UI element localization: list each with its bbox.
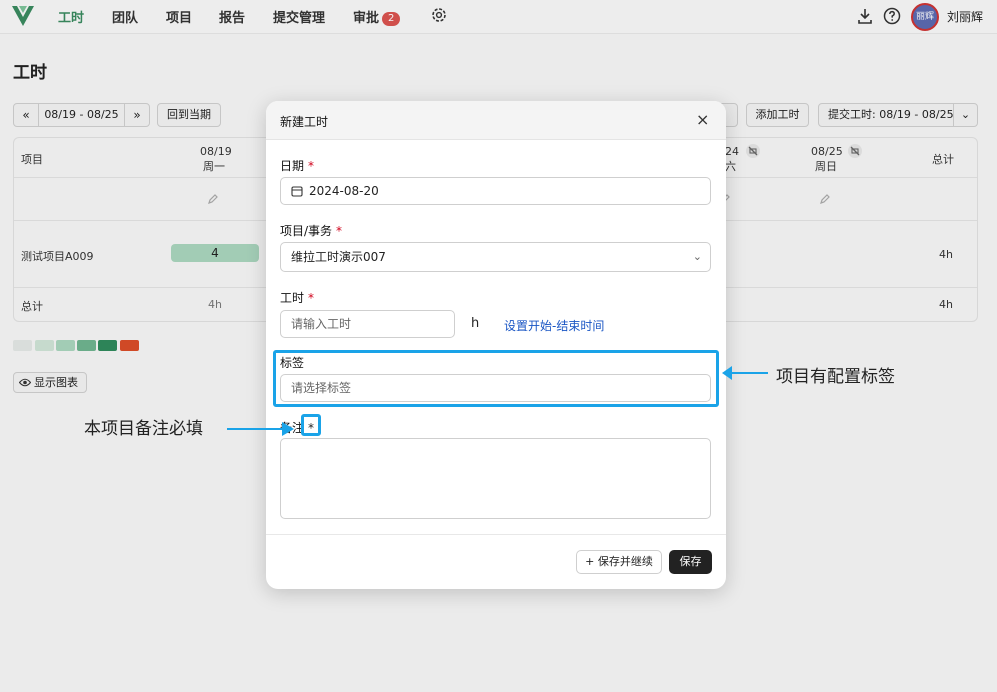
date-label: 日期 * (280, 157, 314, 174)
required-mark: * (308, 291, 315, 305)
new-hours-dialog: 新建工时 × 日期 * 2024-08-20 项目/事务 * 维拉工时演示007 ⌄… (266, 101, 726, 589)
date-value: 2024-08-20 (309, 184, 379, 198)
chevron-down-icon: ⌄ (692, 250, 702, 263)
hours-unit: h (471, 316, 480, 331)
hours-label: 工时 * (280, 289, 314, 306)
project-value: 维拉工时演示007 (291, 250, 386, 264)
required-mark-highlight (301, 414, 321, 436)
hours-input[interactable]: 请输入工时 (280, 310, 455, 338)
arrow-head-icon (722, 366, 732, 380)
save-button[interactable]: 保存 (669, 550, 712, 574)
required-mark: * (336, 224, 343, 238)
hours-label-text: 工时 (280, 291, 305, 305)
note-textarea[interactable] (280, 438, 711, 519)
set-time-range-link[interactable]: 设置开始-结束时间 (504, 317, 604, 334)
dialog-title: 新建工时 (280, 115, 329, 129)
tag-field-highlight (273, 350, 719, 407)
plus-icon: + (585, 555, 598, 568)
save-and-continue-button[interactable]: + 保存并继续 (576, 550, 662, 574)
project-label-text: 项目/事务 (280, 224, 333, 238)
arrow-head-icon (282, 422, 294, 436)
calendar-icon (291, 186, 303, 197)
required-mark: * (308, 159, 315, 173)
dialog-header: 新建工时 × (266, 101, 726, 140)
date-label-text: 日期 (280, 159, 305, 173)
tag-annotation: 项目有配置标签 (776, 367, 895, 387)
project-label: 项目/事务 * (280, 222, 342, 239)
annotation-arrow (728, 372, 768, 374)
project-select[interactable]: 维拉工时演示007 ⌄ (280, 242, 711, 272)
remark-annotation: 本项目备注必填 (84, 419, 203, 439)
close-icon[interactable]: × (696, 110, 709, 129)
save-and-continue-label: 保存并继续 (597, 555, 653, 568)
dialog-footer-divider (266, 534, 726, 535)
annotation-arrow (227, 428, 283, 430)
date-input[interactable]: 2024-08-20 (280, 177, 711, 205)
